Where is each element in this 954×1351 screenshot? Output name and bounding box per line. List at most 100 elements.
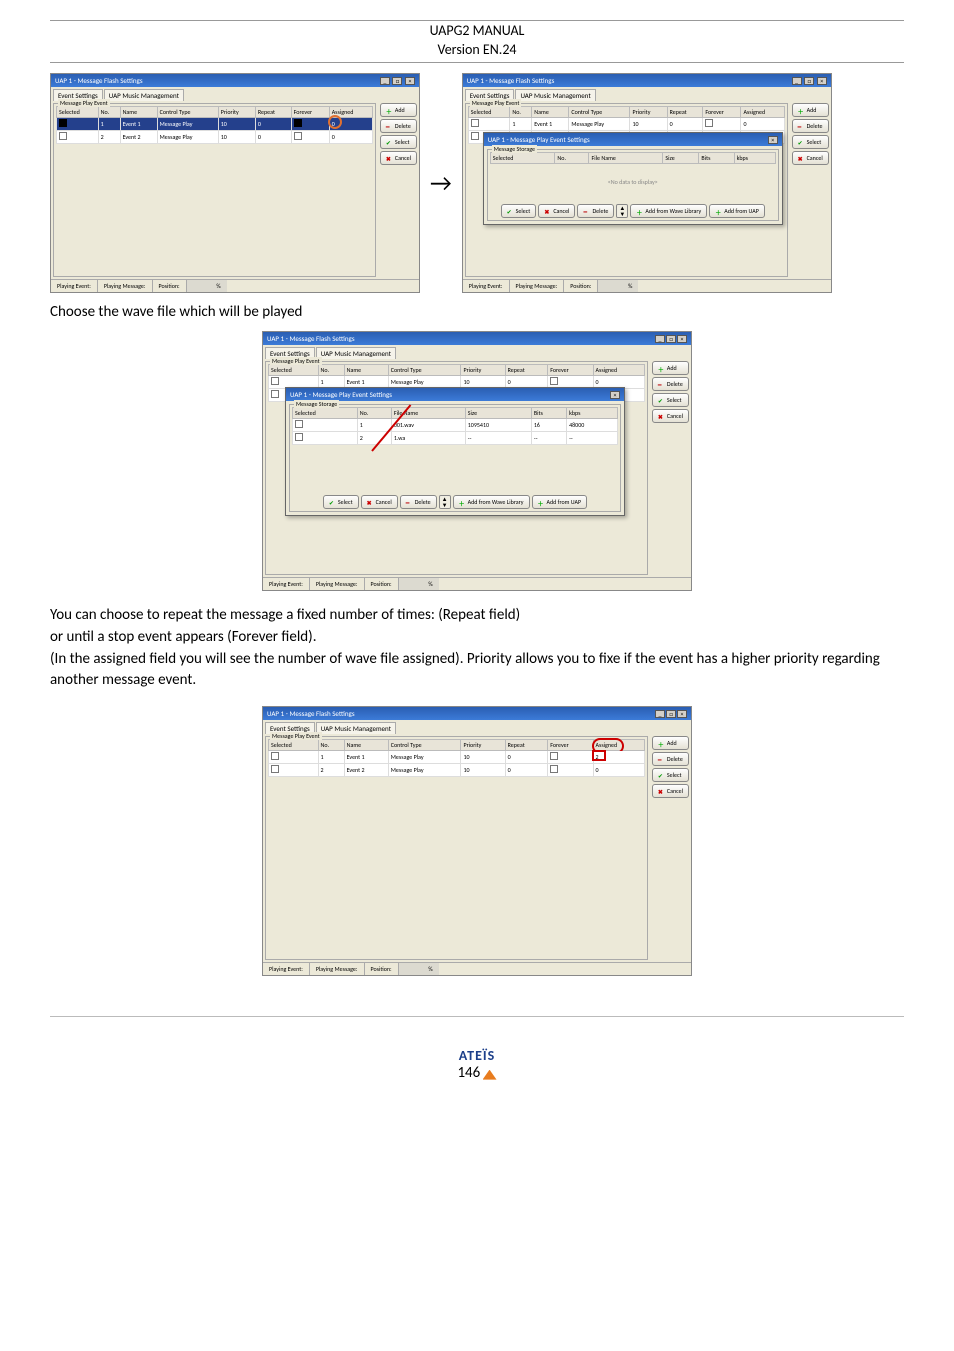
table-row[interactable]: 2Event 2Message Play1000 xyxy=(269,764,645,777)
maximize-icon[interactable]: □ xyxy=(804,77,814,85)
checkbox[interactable] xyxy=(550,752,558,760)
tab-music-management[interactable]: UAP Music Management xyxy=(104,89,184,101)
cancel-button[interactable]: ✖Cancel xyxy=(538,204,575,218)
close-icon[interactable]: × xyxy=(677,710,687,718)
minimize-icon[interactable]: _ xyxy=(380,77,390,85)
table-row[interactable]: 21.wa------ xyxy=(293,432,618,445)
add-from-library-button[interactable]: ＋Add from Wave Library xyxy=(630,204,707,218)
checkbox[interactable] xyxy=(295,433,303,441)
select-button[interactable]: ✔Select xyxy=(323,495,359,509)
checkbox[interactable] xyxy=(550,765,558,773)
delete-button[interactable]: ━Delete xyxy=(652,752,689,766)
titlebar[interactable]: UAP 1 - Message Flash Settings _ □ × xyxy=(51,74,419,87)
add-from-uap-button[interactable]: ＋Add from UAP xyxy=(709,204,765,218)
checkbox[interactable] xyxy=(59,132,67,140)
updown-buttons[interactable]: ▲▼ xyxy=(616,204,628,218)
close-icon[interactable]: × xyxy=(610,391,620,399)
plus-icon: ＋ xyxy=(636,208,643,215)
tab-music-management[interactable]: UAP Music Management xyxy=(316,347,396,359)
status-bar: Playing Event: Playing Message: Position… xyxy=(51,279,419,292)
close-icon[interactable]: × xyxy=(768,136,778,144)
group-label: Message Play Event xyxy=(270,357,322,365)
delete-button[interactable]: ━Delete xyxy=(577,204,614,218)
callout-box xyxy=(592,750,606,761)
close-icon[interactable]: × xyxy=(405,77,415,85)
select-button[interactable]: ✔Select xyxy=(652,393,689,407)
table-row[interactable]: 1Event 1Message Play1000 xyxy=(468,118,784,131)
doc-title: UAPG2 MANUAL xyxy=(50,22,904,39)
cancel-button[interactable]: ✖Cancel xyxy=(792,151,829,165)
add-button[interactable]: ＋Add xyxy=(792,103,829,117)
add-from-library-button[interactable]: ＋Add from Wave Library xyxy=(453,495,530,509)
checkbox[interactable] xyxy=(294,132,302,140)
checkbox[interactable] xyxy=(271,752,279,760)
checkbox[interactable] xyxy=(271,377,279,385)
plus-icon: ＋ xyxy=(459,499,466,506)
select-button[interactable]: ✔Select xyxy=(501,204,537,218)
titlebar[interactable]: UAP 1 - Message Flash Settings _□× xyxy=(263,332,691,345)
cancel-button[interactable]: ✖Cancel xyxy=(652,409,689,423)
tab-music-management[interactable]: UAP Music Management xyxy=(316,722,396,734)
checkbox[interactable] xyxy=(471,132,479,140)
updown-buttons[interactable]: ▲▼ xyxy=(439,495,451,509)
status-bar: Playing Event: Playing Message: Position… xyxy=(463,279,831,292)
page-footer: ATEÏS 146 xyxy=(50,1047,904,1082)
tab-music-management[interactable]: UAP Music Management xyxy=(515,89,595,101)
group-label: Message Play Event xyxy=(58,99,110,107)
down-arrow-icon[interactable]: ▼ xyxy=(440,502,450,508)
add-button[interactable]: ＋Add xyxy=(380,103,417,117)
select-button[interactable]: ✔Select xyxy=(380,135,417,149)
checkbox[interactable] xyxy=(59,119,67,127)
window-title: UAP 1 - Message Flash Settings xyxy=(55,76,143,85)
plus-icon: ＋ xyxy=(715,208,722,215)
x-icon: ✖ xyxy=(798,155,805,162)
maximize-icon[interactable]: □ xyxy=(666,335,676,343)
add-from-uap-button[interactable]: ＋Add from UAP xyxy=(532,495,588,509)
cancel-button[interactable]: ✖Cancel xyxy=(652,784,689,798)
minus-icon: ━ xyxy=(658,756,665,763)
delete-button[interactable]: ━Delete xyxy=(792,119,829,133)
checkbox[interactable] xyxy=(271,765,279,773)
delete-button[interactable]: ━Delete xyxy=(400,495,437,509)
check-icon: ✔ xyxy=(329,499,336,506)
minus-icon: ━ xyxy=(406,499,413,506)
cancel-button[interactable]: ✖Cancel xyxy=(380,151,417,165)
delete-button[interactable]: ━Delete xyxy=(380,119,417,133)
table-row[interactable]: 1001.wav10954101648000 xyxy=(293,419,618,432)
checkbox[interactable] xyxy=(705,119,713,127)
group-label: Message Storage xyxy=(492,145,537,153)
select-button[interactable]: ✔Select xyxy=(792,135,829,149)
titlebar[interactable]: UAP 1 - Message Flash Settings_□× xyxy=(263,707,691,720)
checkbox[interactable] xyxy=(294,119,302,127)
cancel-button[interactable]: ✖Cancel xyxy=(361,495,398,509)
maximize-icon[interactable]: □ xyxy=(666,710,676,718)
table-row[interactable]: 2 Event 2 Message Play 10 0 0 xyxy=(57,131,373,144)
window-flash-settings-right: UAP 1 - Message Flash Settings _ □ × Eve… xyxy=(462,73,832,293)
minimize-icon[interactable]: _ xyxy=(792,77,802,85)
window-title: UAP 1 - Message Flash Settings xyxy=(267,334,355,343)
add-button[interactable]: ＋Add xyxy=(652,736,689,750)
table-row[interactable]: 1 Event 1 Message Play 10 0 0 xyxy=(57,118,373,131)
close-icon[interactable]: × xyxy=(677,335,687,343)
brand-mark-icon xyxy=(483,1070,497,1080)
close-icon[interactable]: × xyxy=(817,77,827,85)
add-button[interactable]: ＋Add xyxy=(652,361,689,375)
checkbox[interactable] xyxy=(471,119,479,127)
empty-message: <No data to display> xyxy=(490,164,776,200)
minimize-icon[interactable]: _ xyxy=(655,710,665,718)
table-row[interactable]: 1Event 1Message Play1002 xyxy=(269,751,645,764)
screenshot-row-1: UAP 1 - Message Flash Settings _ □ × Eve… xyxy=(50,73,904,293)
checkbox[interactable] xyxy=(550,377,558,385)
x-icon: ✖ xyxy=(658,413,665,420)
check-icon: ✔ xyxy=(507,208,514,215)
checkbox[interactable] xyxy=(271,390,279,398)
select-button[interactable]: ✔Select xyxy=(652,768,689,782)
dialog-title: UAP 1 - Message Play Event Settings xyxy=(488,135,590,144)
titlebar[interactable]: UAP 1 - Message Flash Settings _ □ × xyxy=(463,74,831,87)
minus-icon: ━ xyxy=(386,123,393,130)
delete-button[interactable]: ━Delete xyxy=(652,377,689,391)
minimize-icon[interactable]: _ xyxy=(655,335,665,343)
down-arrow-icon[interactable]: ▼ xyxy=(617,211,627,217)
maximize-icon[interactable]: □ xyxy=(392,77,402,85)
checkbox[interactable] xyxy=(295,420,303,428)
